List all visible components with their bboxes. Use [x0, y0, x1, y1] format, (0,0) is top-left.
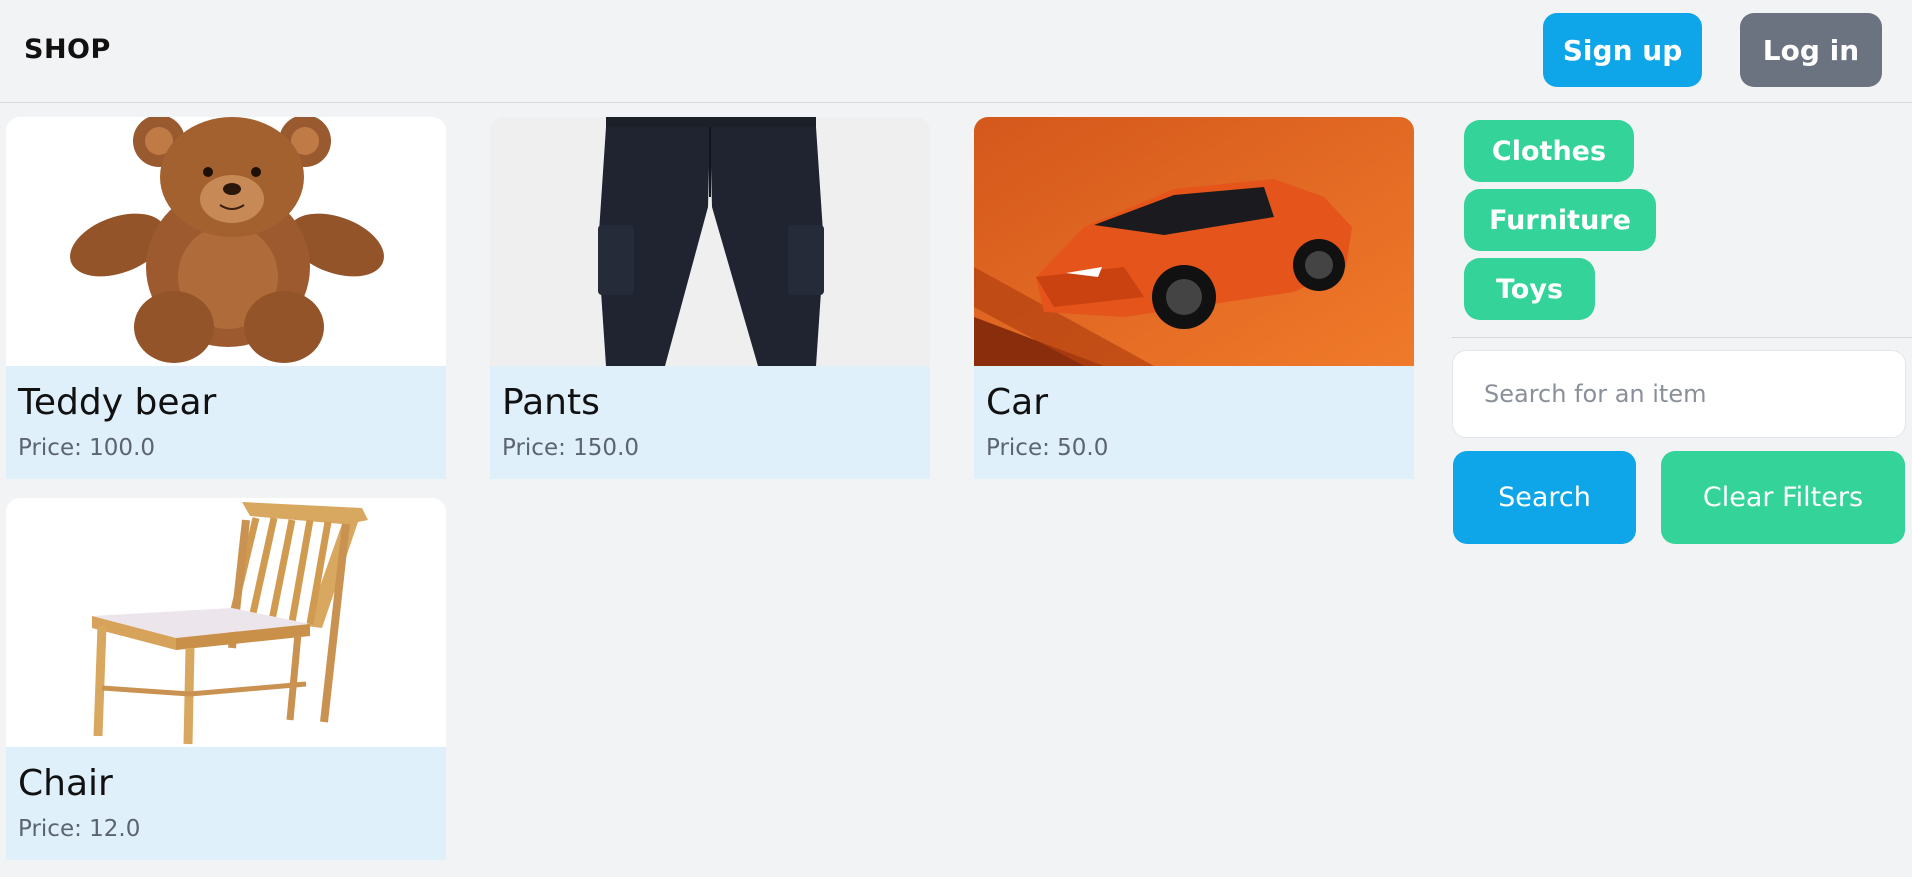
- product-name: Car: [986, 382, 1048, 423]
- pants-image: [490, 117, 930, 366]
- search-button[interactable]: Search: [1453, 451, 1636, 544]
- car-image: [974, 117, 1414, 366]
- sidebar-divider: [1452, 337, 1912, 338]
- product-card-teddy-bear[interactable]: Teddy bear Price: 100.0: [6, 117, 446, 479]
- product-name: Pants: [502, 382, 600, 423]
- category-tag-clothes[interactable]: Clothes: [1464, 120, 1634, 182]
- category-tag-toys[interactable]: Toys: [1464, 258, 1595, 320]
- top-navbar: SHOP Sign up Log in: [0, 0, 1912, 103]
- teddy-bear-image: [6, 117, 446, 366]
- chair-image: [6, 498, 446, 747]
- product-card-car[interactable]: Car Price: 50.0: [974, 117, 1414, 479]
- login-button[interactable]: Log in: [1740, 13, 1882, 87]
- product-price: Price: 12.0: [18, 816, 141, 842]
- product-price: Price: 50.0: [986, 435, 1109, 461]
- category-tag-furniture[interactable]: Furniture: [1464, 189, 1656, 251]
- product-name: Teddy bear: [18, 382, 217, 423]
- product-card-pants[interactable]: Pants Price: 150.0: [490, 117, 930, 479]
- signup-button[interactable]: Sign up: [1543, 13, 1702, 87]
- clear-filters-button[interactable]: Clear Filters: [1661, 451, 1905, 544]
- search-input[interactable]: [1452, 350, 1906, 438]
- product-price: Price: 100.0: [18, 435, 156, 461]
- product-price: Price: 150.0: [502, 435, 640, 461]
- product-name: Chair: [18, 763, 113, 804]
- brand-logo[interactable]: SHOP: [24, 34, 111, 65]
- product-card-chair[interactable]: Chair Price: 12.0: [6, 498, 446, 860]
